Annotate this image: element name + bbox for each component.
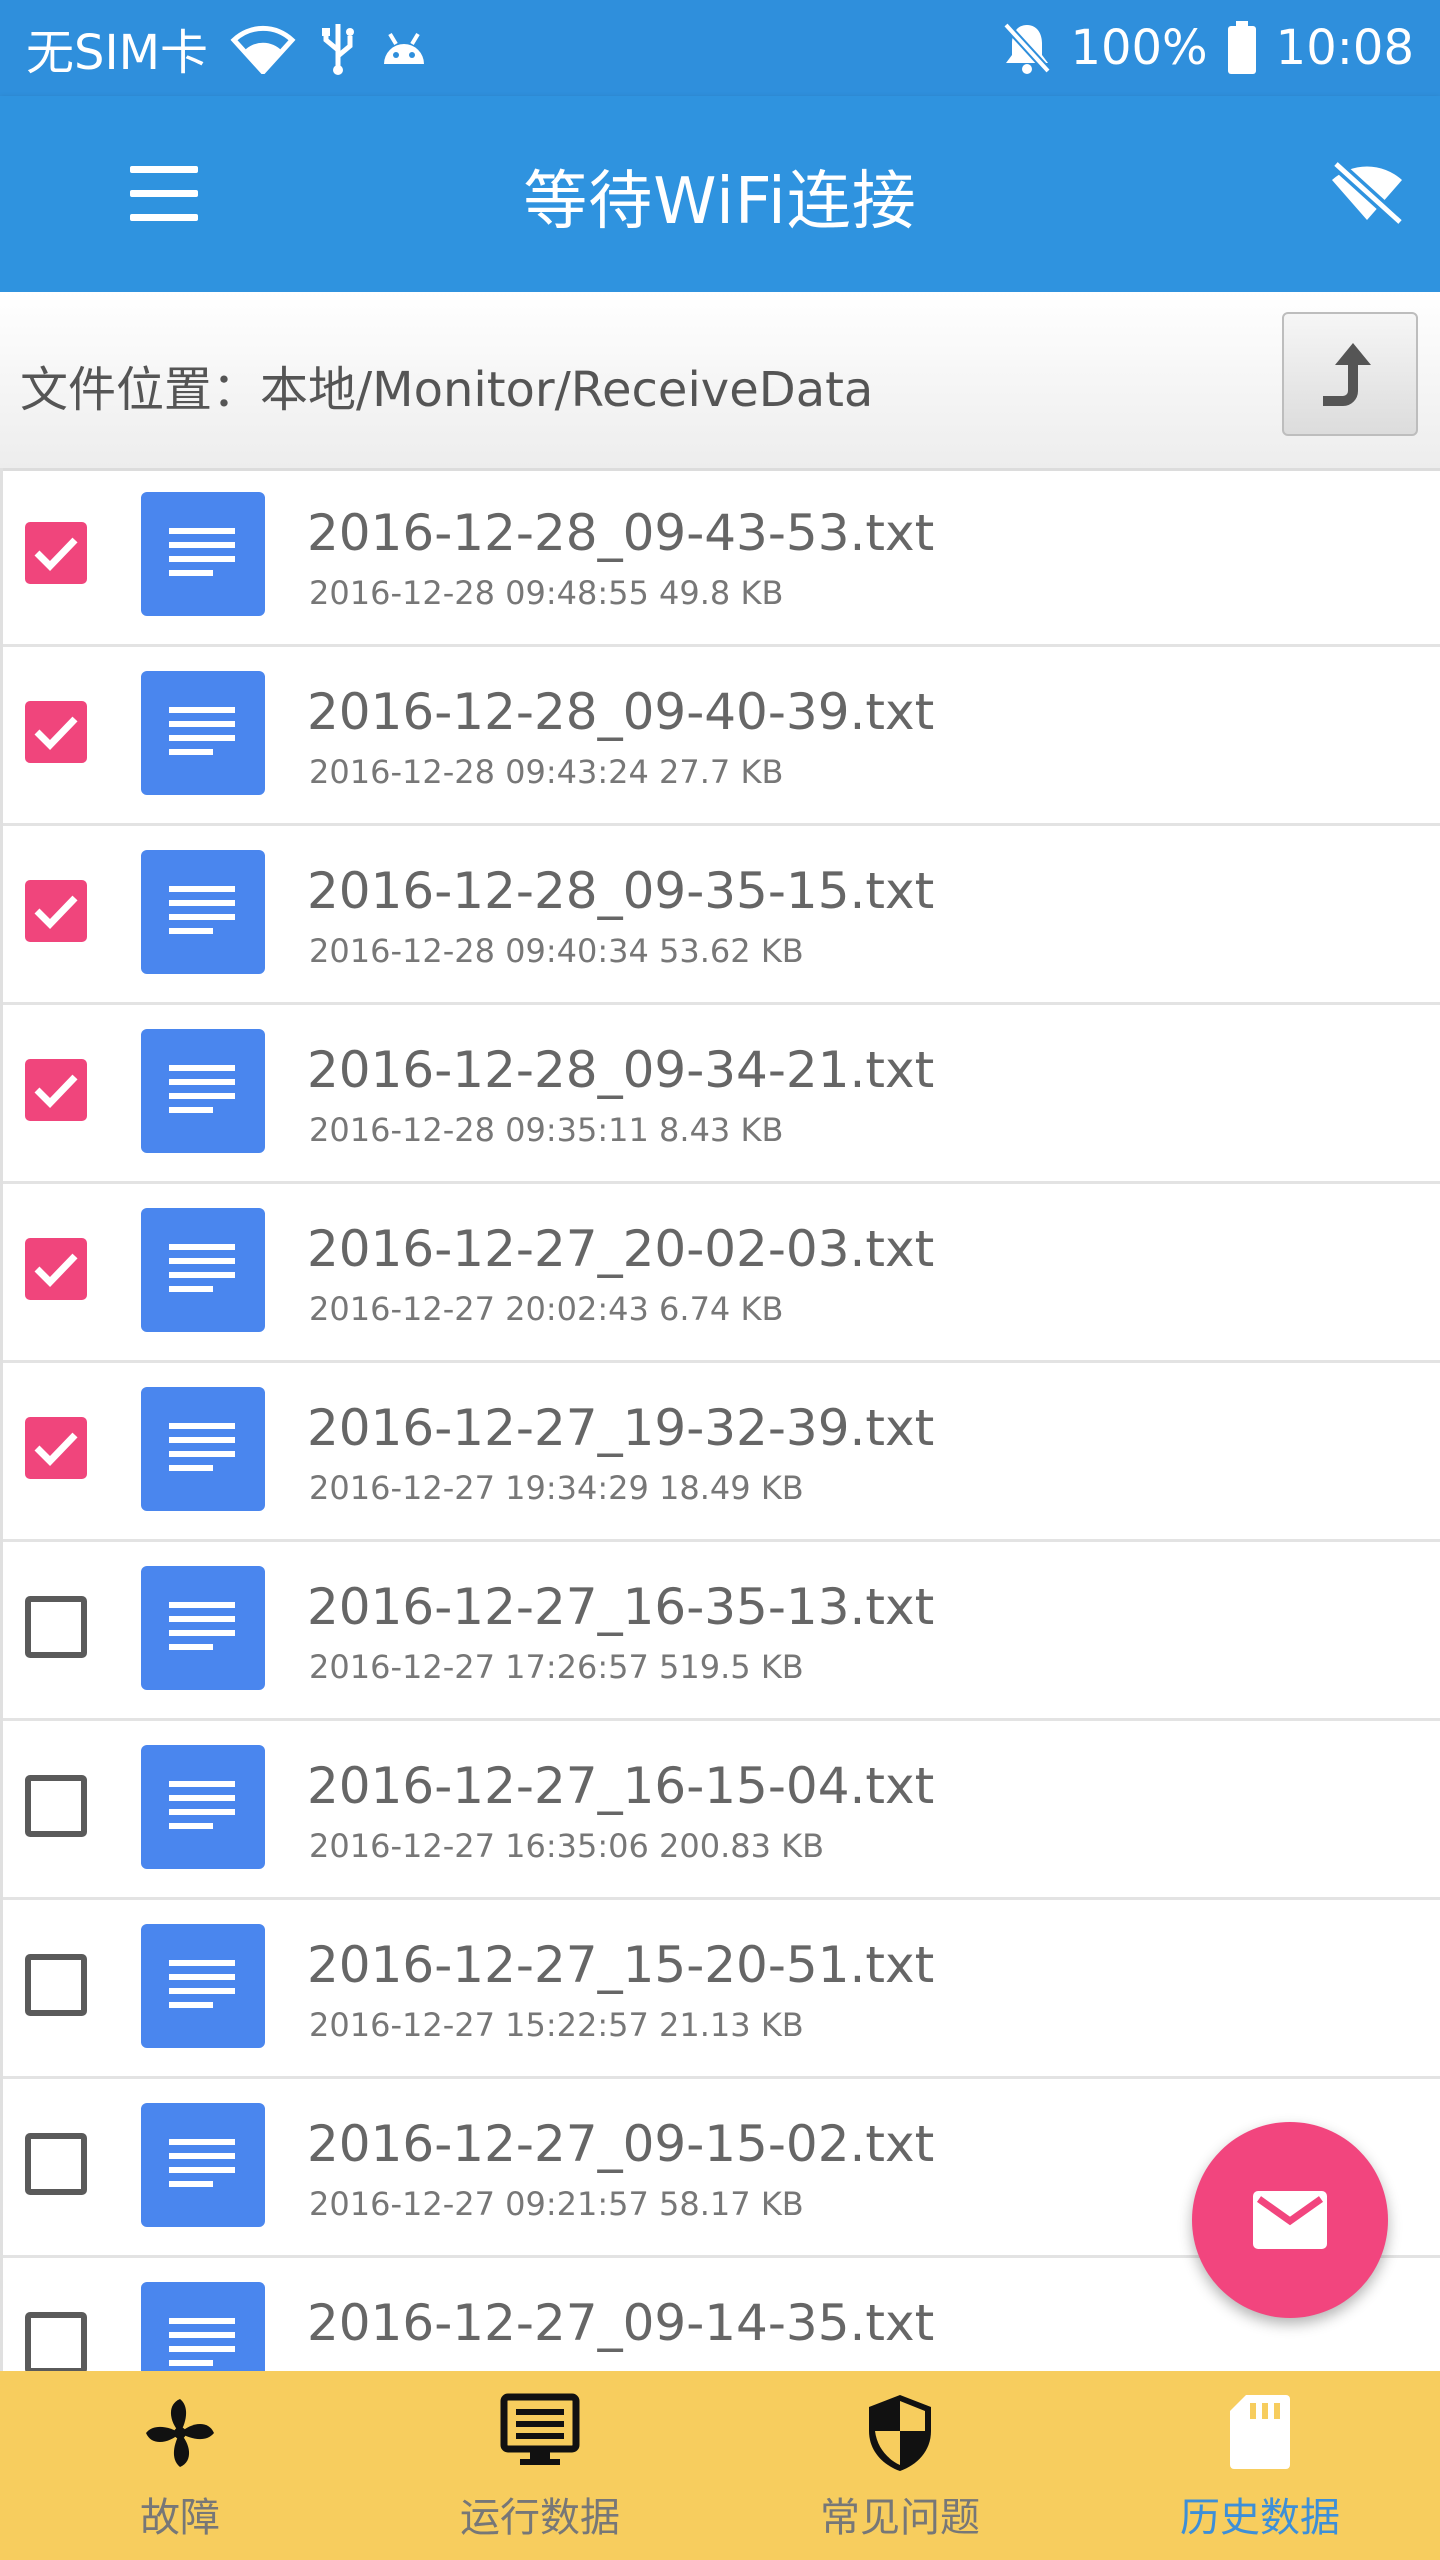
- file-meta: 2016-12-28 09:40:34 53.62 KB: [309, 932, 804, 970]
- android-icon: [384, 32, 425, 64]
- check-icon: [34, 1432, 78, 1466]
- checkbox-checked[interactable]: [25, 1417, 87, 1479]
- wifi-off-icon[interactable]: [1330, 158, 1404, 226]
- file-name: 2016-12-28_09-43-53.txt: [307, 504, 935, 562]
- tab-label: 历史数据: [1180, 2495, 1340, 2541]
- check-icon: [34, 895, 78, 929]
- checkbox-unchecked[interactable]: [25, 2312, 87, 2371]
- tab-fault[interactable]: 故障: [0, 2371, 360, 2560]
- file-meta: 2016-12-27 09:21:57 58.17 KB: [309, 2185, 804, 2223]
- tab-label: 常见问题: [820, 2495, 980, 2541]
- checkbox-checked[interactable]: [25, 522, 87, 584]
- shield-icon: [869, 2395, 931, 2471]
- file-row[interactable]: 2016-12-27_20-02-03.txt 2016-12-27 20:02:…: [3, 1184, 1440, 1363]
- file-meta: 2016-12-27 17:26:57 519.5 KB: [309, 1648, 804, 1686]
- arrow-up-icon: [1323, 343, 1371, 406]
- fan-icon: [146, 2399, 214, 2467]
- checkbox-unchecked[interactable]: [25, 1775, 87, 1837]
- file-row[interactable]: 2016-12-28_09-34-21.txt 2016-12-28 09:35:…: [3, 1005, 1440, 1184]
- email-fab-button[interactable]: [1192, 2122, 1388, 2318]
- file-list[interactable]: 2016-12-28_09-43-53.txt 2016-12-28 09:48:…: [0, 468, 1440, 2371]
- file-row[interactable]: 2016-12-27_19-32-39.txt 2016-12-27 19:34:…: [3, 1363, 1440, 1542]
- document-icon: [141, 2282, 265, 2371]
- checkbox-unchecked[interactable]: [25, 1596, 87, 1658]
- document-icon: [141, 1387, 265, 1511]
- document-icon: [141, 1566, 265, 1690]
- file-row[interactable]: 2016-12-28_09-35-15.txt 2016-12-28 09:40:…: [3, 826, 1440, 1005]
- file-name: 2016-12-27_16-35-13.txt: [307, 1578, 935, 1636]
- page-title: 等待WiFi连接: [523, 165, 917, 239]
- mail-icon: [1253, 2191, 1327, 2249]
- file-name: 2016-12-28_09-34-21.txt: [307, 1041, 935, 1099]
- monitor-icon: [500, 2393, 580, 2465]
- document-icon: [141, 1745, 265, 1869]
- file-name: 2016-12-28_09-40-39.txt: [307, 683, 935, 741]
- battery-percent: 100%: [1070, 20, 1208, 76]
- document-icon: [141, 1208, 265, 1332]
- path-bar: 文件位置：本地/Monitor/ReceiveData: [0, 292, 1440, 471]
- tab-history-data[interactable]: 历史数据: [1080, 2371, 1440, 2560]
- file-meta: 2016-12-28 09:43:24 27.7 KB: [309, 753, 784, 791]
- document-icon: [141, 1924, 265, 2048]
- notifications-off-icon: [1003, 22, 1052, 74]
- check-icon: [34, 1253, 78, 1287]
- parent-folder-button[interactable]: [1282, 312, 1418, 436]
- checkbox-checked[interactable]: [25, 1059, 87, 1121]
- sd-card-icon: [1230, 2395, 1290, 2469]
- file-name: 2016-12-27_16-15-04.txt: [307, 1757, 935, 1815]
- file-name: 2016-12-27_20-02-03.txt: [307, 1220, 935, 1278]
- checkbox-checked[interactable]: [25, 880, 87, 942]
- file-meta: 2016-12-28 09:35:11 8.43 KB: [309, 1111, 784, 1149]
- document-icon: [141, 492, 265, 616]
- file-meta: 2016-12-27 20:02:43 6.74 KB: [309, 1290, 784, 1328]
- usb-icon: [322, 24, 355, 75]
- wifi-icon: [230, 25, 296, 74]
- check-icon: [34, 1074, 78, 1108]
- tab-faq[interactable]: 常见问题: [720, 2371, 1080, 2560]
- file-name: 2016-12-27_19-32-39.txt: [307, 1399, 935, 1457]
- file-name: 2016-12-27_15-20-51.txt: [307, 1936, 935, 1994]
- file-name: 2016-12-27_09-14-35.txt: [307, 2294, 935, 2352]
- document-icon: [141, 1029, 265, 1153]
- file-meta: 2016-12-28 09:48:55 49.8 KB: [309, 574, 784, 612]
- document-icon: [141, 850, 265, 974]
- file-row[interactable]: 2016-12-27_16-15-04.txt 2016-12-27 16:35:…: [3, 1721, 1440, 1900]
- carrier-label: 无SIM卡: [26, 25, 209, 81]
- file-row[interactable]: 2016-12-27_15-20-51.txt 2016-12-27 15:22:…: [3, 1900, 1440, 2079]
- file-name: 2016-12-28_09-35-15.txt: [307, 862, 935, 920]
- file-row[interactable]: 2016-12-28_09-43-53.txt 2016-12-28 09:48:…: [3, 468, 1440, 647]
- checkbox-checked[interactable]: [25, 1238, 87, 1300]
- check-icon: [34, 716, 78, 750]
- file-meta: 2016-12-27 16:35:06 200.83 KB: [309, 1827, 825, 1865]
- clock: 10:08: [1275, 20, 1414, 76]
- status-bar: 无SIM卡 100% 10:08: [0, 0, 1440, 96]
- checkbox-unchecked[interactable]: [25, 1954, 87, 2016]
- app-bar: 等待WiFi连接: [0, 96, 1440, 292]
- file-name: 2016-12-27_09-15-02.txt: [307, 2115, 935, 2173]
- tab-label: 运行数据: [460, 2495, 620, 2541]
- tab-runtime-data[interactable]: 运行数据: [360, 2371, 720, 2560]
- tab-label: 故障: [140, 2495, 220, 2541]
- file-location-label: 文件位置：本地/Monitor/ReceiveData: [20, 362, 874, 418]
- document-icon: [141, 671, 265, 795]
- checkbox-checked[interactable]: [25, 701, 87, 763]
- document-icon: [141, 2103, 265, 2227]
- bottom-navigation: 故障 运行数据 常见问题 历史数据: [0, 2371, 1440, 2560]
- check-icon: [34, 537, 78, 571]
- file-row[interactable]: 2016-12-28_09-40-39.txt 2016-12-28 09:43:…: [3, 647, 1440, 826]
- file-meta: 2016-12-27 19:34:29 18.49 KB: [309, 1469, 804, 1507]
- battery-icon: [1227, 21, 1256, 74]
- file-row[interactable]: 2016-12-27_16-35-13.txt 2016-12-27 17:26:…: [3, 1542, 1440, 1721]
- file-meta: 2016-12-27 15:22:57 21.13 KB: [309, 2006, 804, 2044]
- checkbox-unchecked[interactable]: [25, 2133, 87, 2195]
